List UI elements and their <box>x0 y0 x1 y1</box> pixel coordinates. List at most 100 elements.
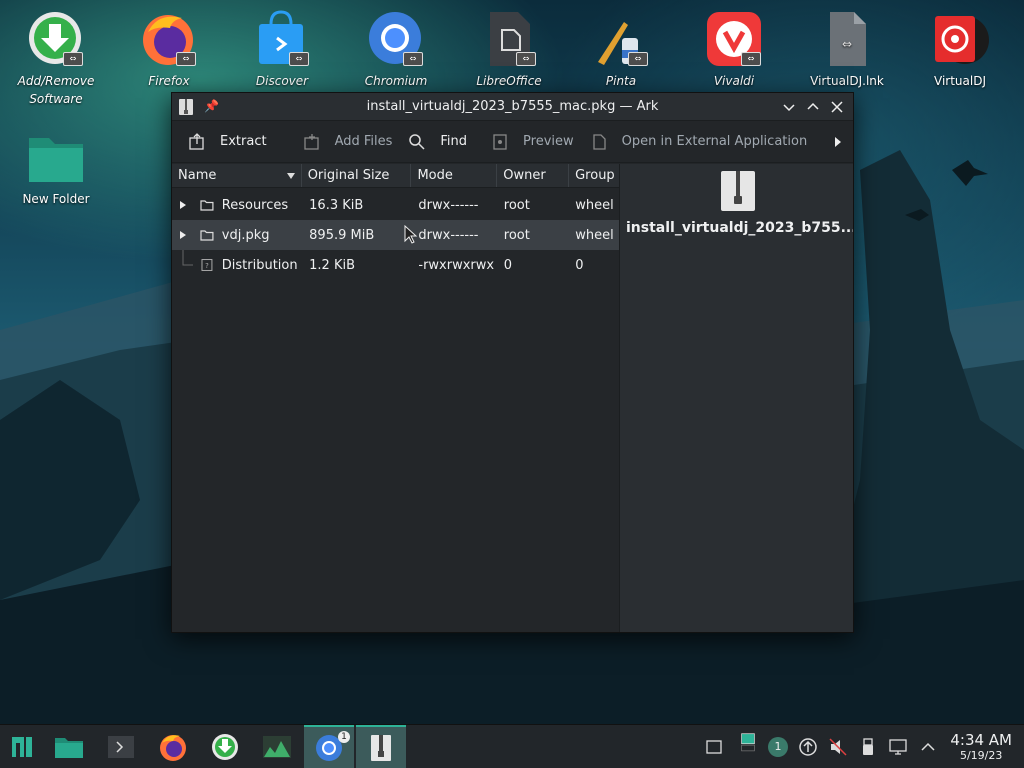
digital-clock[interactable]: 4:34 AM 5/19/23 <box>950 731 1012 763</box>
find-button[interactable]: Find <box>402 127 477 157</box>
desktop-icon-label: Software <box>29 92 83 106</box>
taskbar-add-remove-software[interactable] <box>200 725 250 768</box>
info-panel: install_virtualdj_2023_b755... <box>620 164 853 632</box>
expand-toggle[interactable] <box>172 220 192 250</box>
row-group: wheel <box>575 227 614 243</box>
minimize-icon[interactable] <box>781 99 797 115</box>
desktop-icon-virtualdj-lnk[interactable]: ⇔ VirtualDJ.lnk <box>799 10 895 90</box>
desktop-icon-firefox[interactable]: ⇔ Firefox <box>121 10 217 90</box>
toolbar: Extract Add Files Find Preview Open in E… <box>172 121 853 163</box>
network-icon[interactable] <box>888 737 908 757</box>
preview-button[interactable]: Preview <box>485 127 584 157</box>
usb-device-icon[interactable] <box>858 737 878 757</box>
taskbar-file-manager[interactable] <box>44 725 94 768</box>
desktop-icon-label: Chromium <box>364 74 428 88</box>
desktop-icon-pinta[interactable]: ⇔ Pinta <box>573 10 669 90</box>
row-name: vdj.pkg <box>221 227 270 243</box>
folder-icon <box>200 200 214 211</box>
file-link-icon: ⇔ <box>830 12 866 66</box>
column-header-label: Owner <box>503 168 546 183</box>
desktop-icon-chromium[interactable]: ⇔ Chromium <box>348 10 444 90</box>
column-header-group[interactable]: Group <box>569 164 619 187</box>
desktop-icon-new-folder[interactable]: New Folder <box>8 128 104 208</box>
volume-muted-icon[interactable] <box>828 737 848 757</box>
tree-branch-icon <box>182 250 193 266</box>
preview-label: Preview <box>523 134 574 149</box>
column-header-label: Group <box>575 168 615 183</box>
show-desktop-icon[interactable] <box>704 737 724 757</box>
column-header-size[interactable]: Original Size <box>302 164 412 187</box>
folder-icon <box>55 738 83 758</box>
taskbar-firefox[interactable] <box>148 725 198 768</box>
virtual-desktop-indicator[interactable]: 1 <box>768 737 788 757</box>
chevron-up-icon[interactable] <box>918 737 938 757</box>
desktop-icon-virtualdj[interactable]: VirtualDJ <box>912 10 1008 90</box>
expand-toggle[interactable] <box>172 190 192 220</box>
window-titlebar[interactable]: 📌 install_virtualdj_2023_b7555_mac.pkg —… <box>172 93 853 121</box>
desktop-icon-discover[interactable]: ⇔ Discover <box>234 10 330 90</box>
taskbar: 1 1 4:34 AM 5/19/23 <box>0 724 1024 768</box>
archive-file-list[interactable]: Name Original Size Mode Owner Group Reso… <box>172 164 620 632</box>
row-group: wheel <box>575 197 614 213</box>
add-files-button[interactable]: Add Files <box>297 127 403 157</box>
close-icon[interactable] <box>829 99 845 115</box>
taskbar-system-monitor[interactable] <box>252 725 302 768</box>
open-external-button[interactable]: Open in External Application <box>584 127 818 157</box>
link-badge-icon: ⇔ <box>741 52 761 66</box>
desktop-icon-label: LibreOffice <box>476 74 542 88</box>
row-owner: 0 <box>503 257 513 273</box>
ark-window: 📌 install_virtualdj_2023_b7555_mac.pkg —… <box>171 92 854 633</box>
desktop-icon-label: Firefox <box>148 74 190 88</box>
taskbar-terminal[interactable] <box>96 725 146 768</box>
file-icon: ? <box>201 259 213 271</box>
clock-date: 5/19/23 <box>959 749 1003 762</box>
open-external-icon <box>592 133 606 150</box>
svg-text:?: ? <box>205 262 209 270</box>
virtualdj-icon <box>935 16 989 64</box>
column-header-label: Mode <box>417 168 453 183</box>
application-launcher[interactable] <box>0 725 44 768</box>
desktop-icon-label: Add/Remove <box>17 74 95 88</box>
find-label: Find <box>440 134 468 149</box>
pager-icon[interactable] <box>738 733 758 753</box>
desktop-icon-libreoffice[interactable]: ⇔ LibreOffice <box>461 10 557 90</box>
extract-label: Extract <box>220 134 267 149</box>
desktop-icon-vivaldi[interactable]: ⇔ Vivaldi <box>686 10 782 90</box>
update-icon[interactable] <box>798 737 818 757</box>
table-row[interactable]: ? Distribution 1.2 KiB -rwxrwxrwx 0 0 <box>172 250 619 280</box>
maximize-icon[interactable] <box>805 99 821 115</box>
ark-app-icon[interactable] <box>178 98 194 116</box>
taskbar-chromium[interactable]: 1 <box>304 725 354 768</box>
manjaro-logo-icon <box>12 737 32 757</box>
extract-icon <box>189 132 204 150</box>
terminal-icon <box>108 736 134 758</box>
folder-icon <box>29 138 83 182</box>
desktop-icon-add-remove-software[interactable]: ⇔ Add/Remove Software <box>8 10 104 108</box>
column-header-name[interactable]: Name <box>172 164 302 187</box>
desktop-icon-label: Vivaldi <box>713 74 755 88</box>
table-row[interactable]: Resources 16.3 KiB drwx------ root wheel <box>172 190 619 220</box>
pin-icon[interactable]: 📌 <box>204 99 219 115</box>
window-title: install_virtualdj_2023_b7555_mac.pkg — A… <box>366 99 659 114</box>
preview-icon <box>493 133 507 150</box>
table-row[interactable]: vdj.pkg 895.9 MiB drwx------ root wheel <box>172 220 619 250</box>
search-icon <box>409 133 425 150</box>
desktop-icon-label: VirtualDJ <box>934 74 986 88</box>
link-badge-icon: ⇔ <box>516 52 536 66</box>
column-header-mode[interactable]: Mode <box>411 164 498 187</box>
tree-line <box>172 250 193 280</box>
ark-app-icon <box>371 735 391 761</box>
column-header-owner[interactable]: Owner <box>497 164 570 187</box>
add-remove-software-icon <box>212 734 238 760</box>
svg-text:⇔: ⇔ <box>842 37 852 51</box>
toolbar-overflow-icon[interactable] <box>833 136 843 148</box>
firefox-icon <box>160 735 186 761</box>
row-name: Distribution <box>221 257 298 273</box>
clock-time: 4:34 AM <box>950 731 1012 749</box>
add-files-label: Add Files <box>334 134 393 149</box>
desktop-icon-label: Pinta <box>605 74 637 88</box>
desktop-icon-label: VirtualDJ.lnk <box>810 74 884 88</box>
chevron-right-icon <box>180 231 186 239</box>
extract-button[interactable]: Extract <box>182 127 277 157</box>
taskbar-ark[interactable] <box>356 725 406 768</box>
